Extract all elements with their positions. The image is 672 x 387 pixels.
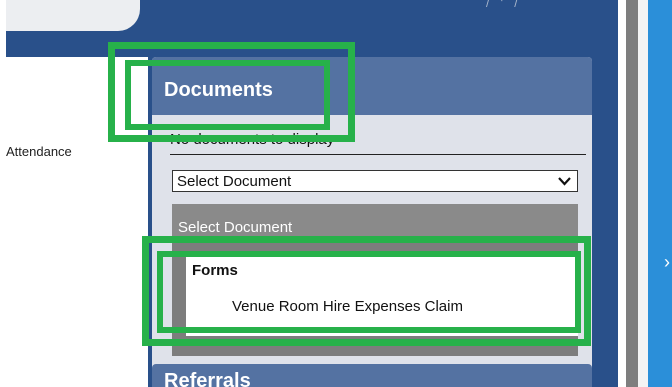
attendance-label[interactable]: Attendance xyxy=(6,144,72,159)
highlight-box-forms-inner xyxy=(157,251,581,333)
select-document-value: Select Document xyxy=(177,173,292,190)
top-tab[interactable]: ... xyxy=(6,0,140,31)
select-document-dropdown[interactable]: Select Document xyxy=(172,170,578,192)
highlight-box-documents-inner xyxy=(125,60,330,130)
right-panel xyxy=(648,0,672,387)
separator-light xyxy=(638,0,648,387)
chevron-right-icon[interactable]: › xyxy=(664,252,670,273)
referrals-title: Referrals xyxy=(164,370,251,387)
dropdown-option-select-document[interactable]: Select Document xyxy=(172,204,578,236)
separator xyxy=(626,0,638,387)
dropdown-option-label: Select Document xyxy=(178,219,293,236)
top-right-controls: / ' / xyxy=(486,0,522,10)
divider xyxy=(170,154,586,155)
referrals-panel: Referrals xyxy=(152,356,592,387)
chevron-down-icon xyxy=(558,177,571,186)
referrals-header: Referrals xyxy=(152,364,592,387)
